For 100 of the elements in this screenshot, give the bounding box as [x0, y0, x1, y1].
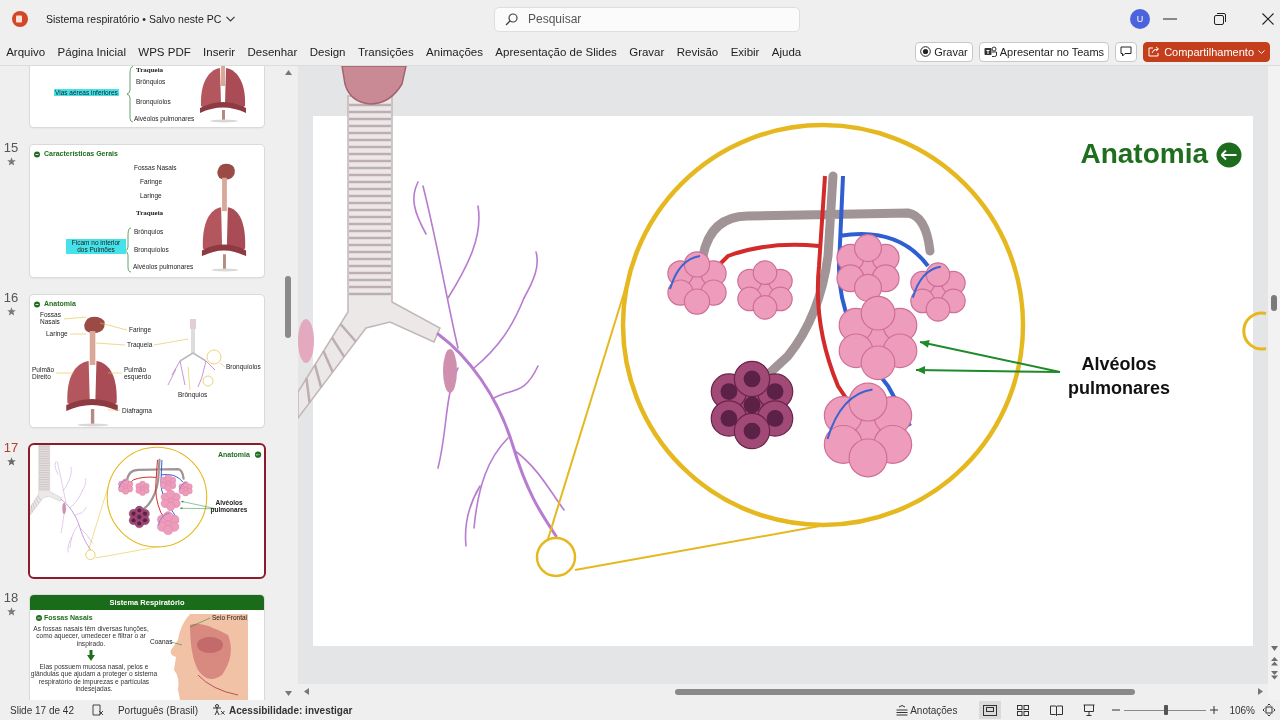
book-icon: [1049, 704, 1063, 716]
bronchial-tree-drawing: [167, 319, 216, 388]
arrow-down-icon: [87, 650, 95, 661]
leader-line: [69, 333, 87, 335]
bullet-icon: [36, 615, 42, 621]
scroll-down-icon[interactable]: [1270, 646, 1278, 651]
scrollbar-thumb[interactable]: [285, 276, 291, 338]
search-icon: [505, 12, 518, 26]
slide-title: Anatomia: [1080, 138, 1208, 170]
scroll-left-icon[interactable]: [304, 688, 309, 695]
app-logo-icon: [12, 11, 28, 27]
book-icon[interactable]: [91, 704, 104, 716]
alveolus-cluster: [118, 478, 133, 495]
ribbon-tab[interactable]: Apresentação de Slides: [489, 40, 623, 63]
bullet-icon: [34, 301, 40, 308]
slide-number: 17: [3, 441, 19, 455]
scrollbar-thumb[interactable]: [1271, 295, 1277, 311]
brace-drawing: [126, 66, 134, 123]
fit-to-window-icon[interactable]: [1263, 704, 1275, 716]
alveolus-cluster: [836, 234, 900, 302]
zoom-out-icon[interactable]: [1112, 706, 1121, 714]
arrow-left-icon: [254, 451, 262, 458]
comments-button[interactable]: [1115, 41, 1138, 62]
ribbon-tab[interactable]: Animações: [419, 40, 490, 63]
search-field[interactable]: Pesquisar: [494, 6, 800, 32]
grid-icon: [1017, 704, 1030, 716]
bullet-icon: [34, 151, 40, 158]
restore-icon[interactable]: [1214, 13, 1226, 25]
zoom-circle: [85, 549, 96, 560]
comment-icon: [1120, 46, 1133, 57]
caret-icon: [1258, 49, 1265, 54]
close-icon[interactable]: [1262, 13, 1274, 25]
alveolus-cluster: [160, 474, 177, 492]
leader-line: [187, 366, 191, 391]
trachea-drawing: [30, 445, 62, 516]
notes-button[interactable]: Anotações: [894, 704, 960, 716]
alveolus-cluster: [160, 489, 181, 511]
alveolus-cluster: [157, 511, 180, 535]
circle-outline-drawing: [1242, 311, 1267, 351]
record-icon: [920, 46, 932, 57]
user-avatar[interactable]: U: [1130, 9, 1150, 29]
slide-thumbnail[interactable]: [30, 595, 264, 700]
slide-number: 18: [3, 591, 19, 605]
ribbon-tab[interactable]: Exibir: [724, 40, 766, 63]
callout-label: Alvéolos pulmonares: [1068, 353, 1171, 401]
ribbon-tab[interactable]: Arquivo: [0, 40, 52, 63]
normal-view-button[interactable]: [979, 701, 1002, 719]
brace-drawing: [124, 227, 132, 273]
ribbon-tab[interactable]: WPS PDF: [132, 40, 197, 63]
teams-button[interactable]: Apresentar no Teams: [978, 41, 1110, 62]
ribbon-tab[interactable]: Desenhar: [241, 40, 304, 63]
share-icon: [1148, 46, 1161, 57]
double-down-icon[interactable]: [1270, 671, 1278, 680]
alveolus-cluster: [178, 481, 193, 497]
leader-line: [63, 316, 87, 320]
ribbon-tab[interactable]: Revisão: [670, 40, 725, 63]
scroll-right-icon[interactable]: [1258, 688, 1263, 695]
share-button[interactable]: Compartilhamento: [1143, 41, 1270, 62]
leader-line: [153, 338, 189, 346]
teams-icon: [983, 46, 997, 57]
slide-view-icon: [983, 704, 998, 716]
scroll-up-icon[interactable]: [284, 70, 292, 75]
scroll-down-icon[interactable]: [284, 691, 292, 696]
leader-line: [99, 322, 128, 331]
slide-number: 16: [3, 291, 19, 305]
leader-line: [107, 409, 121, 411]
alveolus-cluster: [129, 505, 150, 528]
alveolus-cluster: [135, 480, 150, 496]
leader-line: [219, 362, 226, 368]
alveolus-cluster: [737, 260, 793, 320]
zoom-circle: [206, 349, 222, 365]
scrollbar-thumb[interactable]: [675, 689, 1135, 695]
leader-line: [170, 641, 183, 646]
slide-number: 15: [3, 141, 19, 155]
chevron-down-icon: [226, 16, 236, 22]
slide-counter: Slide 17 de 42: [10, 704, 74, 716]
record-button[interactable]: Gravar: [915, 41, 973, 62]
language-label[interactable]: Português (Brasil): [117, 704, 198, 716]
notes-icon: [896, 704, 909, 716]
double-up-icon[interactable]: [1270, 657, 1278, 666]
zoom-in-icon[interactable]: [1210, 706, 1219, 714]
leader-line: [107, 372, 123, 374]
ribbon-tab[interactable]: Gravar: [623, 40, 671, 63]
projector-screen-icon: [1083, 704, 1096, 716]
slider-thumb[interactable]: [1164, 705, 1169, 715]
lung-tissue-drawing: [298, 319, 314, 363]
ribbon-tab[interactable]: Página Inicial: [51, 40, 133, 63]
accessibility-icon[interactable]: [212, 704, 225, 716]
leader-line: [55, 372, 75, 374]
ribbon-tab[interactable]: Design: [303, 40, 352, 63]
accessibility-status[interactable]: Acessibilidade: investigar: [229, 704, 353, 716]
leader-line: [95, 342, 126, 346]
ribbon-tab[interactable]: Ajuda: [765, 40, 808, 63]
zoom-circle: [202, 375, 214, 387]
ribbon-tab[interactable]: Transições: [351, 40, 420, 63]
zoom-level[interactable]: 106%: [1229, 704, 1255, 716]
leader-line: [189, 617, 211, 628]
ribbon-tab[interactable]: Inserir: [196, 40, 242, 63]
alveolus-cluster: [667, 251, 727, 315]
document-title[interactable]: Sistema respiratório • Salvo neste PC: [46, 13, 236, 25]
